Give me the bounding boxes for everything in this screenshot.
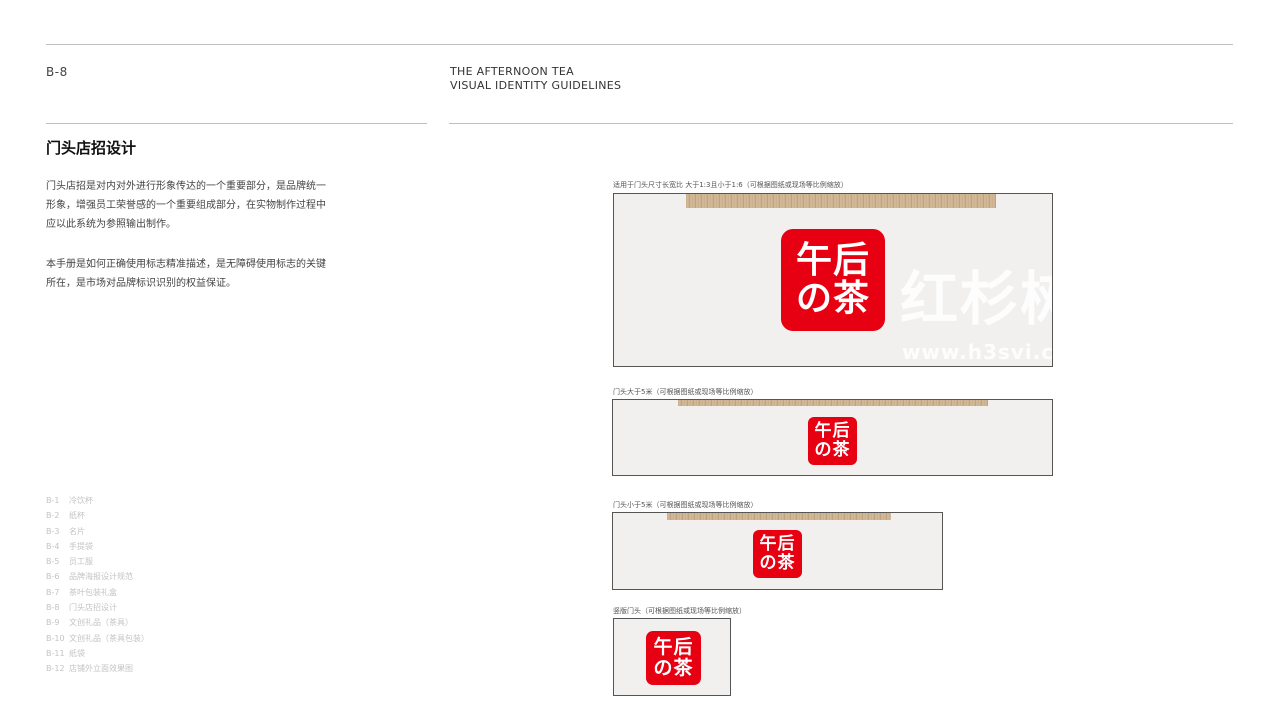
- toc-item[interactable]: B-1 冷饮杯: [46, 493, 149, 508]
- logo-line1: 午后: [653, 636, 694, 658]
- document-title: THE AFTERNOON TEA VISUAL IDENTITY GUIDEL…: [450, 65, 621, 93]
- right-header-rule: [449, 123, 1233, 124]
- toc-label: 店铺外立面效果图: [69, 664, 133, 674]
- toc-item[interactable]: B-12 店铺外立面效果图: [46, 661, 149, 676]
- toc-code: B-12: [46, 664, 65, 674]
- toc-label: 茶叶包装礼盒: [69, 587, 117, 597]
- logo-line1: 午后: [795, 240, 870, 281]
- wood-trim: [686, 194, 996, 208]
- toc-code: B-10: [46, 633, 65, 643]
- wood-trim: [678, 400, 988, 406]
- page-code: B-8: [46, 65, 68, 79]
- toc-item[interactable]: B-11 纸袋: [46, 646, 149, 661]
- toc-item[interactable]: B-3 名片: [46, 524, 149, 539]
- intro-paragraph: 门头店招是对内对外进行形象传达的一个重要部分，是品牌统一形象，增强员工荣誉感的一…: [46, 181, 326, 230]
- usage-paragraph: 本手册是如何正确使用标志精准描述，是无障碍使用标志的关键所在，是市场对品牌标识识…: [46, 259, 326, 289]
- toc-item[interactable]: B-6 品牌海报设计规范: [46, 569, 149, 584]
- toc-code: B-9: [46, 618, 60, 628]
- toc-label: 品牌海报设计规范: [69, 572, 133, 582]
- toc-label: 文创礼品（茶具）: [69, 618, 133, 628]
- toc-item[interactable]: B-7 茶叶包装礼盒: [46, 585, 149, 600]
- sign-caption-large: 门头大于5米（可根据图纸或现场等比例缩放）: [613, 388, 758, 396]
- top-rule: [46, 44, 1233, 45]
- toc-label: 门头店招设计: [69, 603, 117, 613]
- toc-item[interactable]: B-10 文创礼品（茶具包装）: [46, 631, 149, 646]
- toc-item[interactable]: B-4 手提袋: [46, 539, 149, 554]
- toc-label: 员工服: [69, 557, 93, 567]
- logo-line2: の茶: [759, 553, 796, 573]
- toc-label: 手提袋: [69, 541, 93, 551]
- toc-code: B-6: [46, 572, 60, 582]
- brand-logo: 午后 の茶: [753, 530, 802, 578]
- toc-code: B-2: [46, 511, 60, 521]
- toc-item[interactable]: B-5 员工服: [46, 554, 149, 569]
- logo-line2: の茶: [814, 440, 851, 460]
- logo-line2: の茶: [653, 657, 694, 679]
- logo-line2: の茶: [795, 278, 870, 319]
- toc-code: B-7: [46, 587, 60, 597]
- brand-logo: 午后 の茶: [646, 631, 701, 685]
- brand-logo: 午后 の茶: [781, 229, 885, 331]
- left-header-rule: [46, 123, 427, 124]
- toc-label: 文创礼品（茶具包装）: [69, 633, 149, 643]
- table-of-contents: B-1 冷饮杯 B-2 纸杯 B-3 名片 B-4 手提袋 B-5 员工服 B-6 品牌海报…: [46, 493, 149, 677]
- sign-caption-vertical: 竖版门头（可根据图纸或现场等比例缩放）: [613, 607, 746, 615]
- toc-label: 冷饮杯: [69, 496, 93, 505]
- sign-mockup-vertical: 午后 の茶: [613, 618, 731, 696]
- toc-label: 纸袋: [69, 648, 85, 658]
- watermark-url: www.h3svi.com: [902, 340, 1053, 364]
- toc-code: B-1: [46, 496, 60, 505]
- toc-code: B-3: [46, 526, 60, 536]
- toc-code: B-8: [46, 603, 60, 613]
- toc-item-current[interactable]: B-8 门头店招设计: [46, 600, 149, 615]
- toc-code: B-11: [46, 648, 65, 658]
- logo-line1: 午后: [759, 534, 796, 554]
- wood-trim: [667, 513, 891, 520]
- sign-caption-ratio: 适用于门头尺寸长宽比 大于1:3且小于1:6（可根据图纸或现场等比例缩放）: [613, 181, 848, 189]
- document-title-line2: VISUAL IDENTITY GUIDELINES: [450, 79, 622, 92]
- sign-caption-small: 门头小于5米（可根据图纸或现场等比例缩放）: [613, 501, 758, 509]
- toc-item[interactable]: B-9 文创礼品（茶具）: [46, 615, 149, 630]
- toc-item[interactable]: B-2 纸杯: [46, 508, 149, 523]
- document-title-line1: THE AFTERNOON TEA: [450, 65, 574, 78]
- sign-mockup-ratio: 午后 の茶 红杉树 www.h3svi.com: [613, 193, 1053, 367]
- toc-label: 名片: [69, 526, 85, 536]
- sign-mockup-large: 午后 の茶: [612, 399, 1053, 476]
- section-title: 门头店招设计: [46, 139, 137, 157]
- watermark-text: 红杉树: [900, 265, 1052, 333]
- brand-logo: 午后 の茶: [808, 417, 857, 465]
- sign-mockup-small: 午后 の茶: [612, 512, 943, 590]
- logo-line1: 午后: [814, 421, 851, 441]
- toc-label: 纸杯: [69, 511, 85, 521]
- toc-code: B-5: [46, 557, 60, 567]
- toc-code: B-4: [46, 541, 60, 551]
